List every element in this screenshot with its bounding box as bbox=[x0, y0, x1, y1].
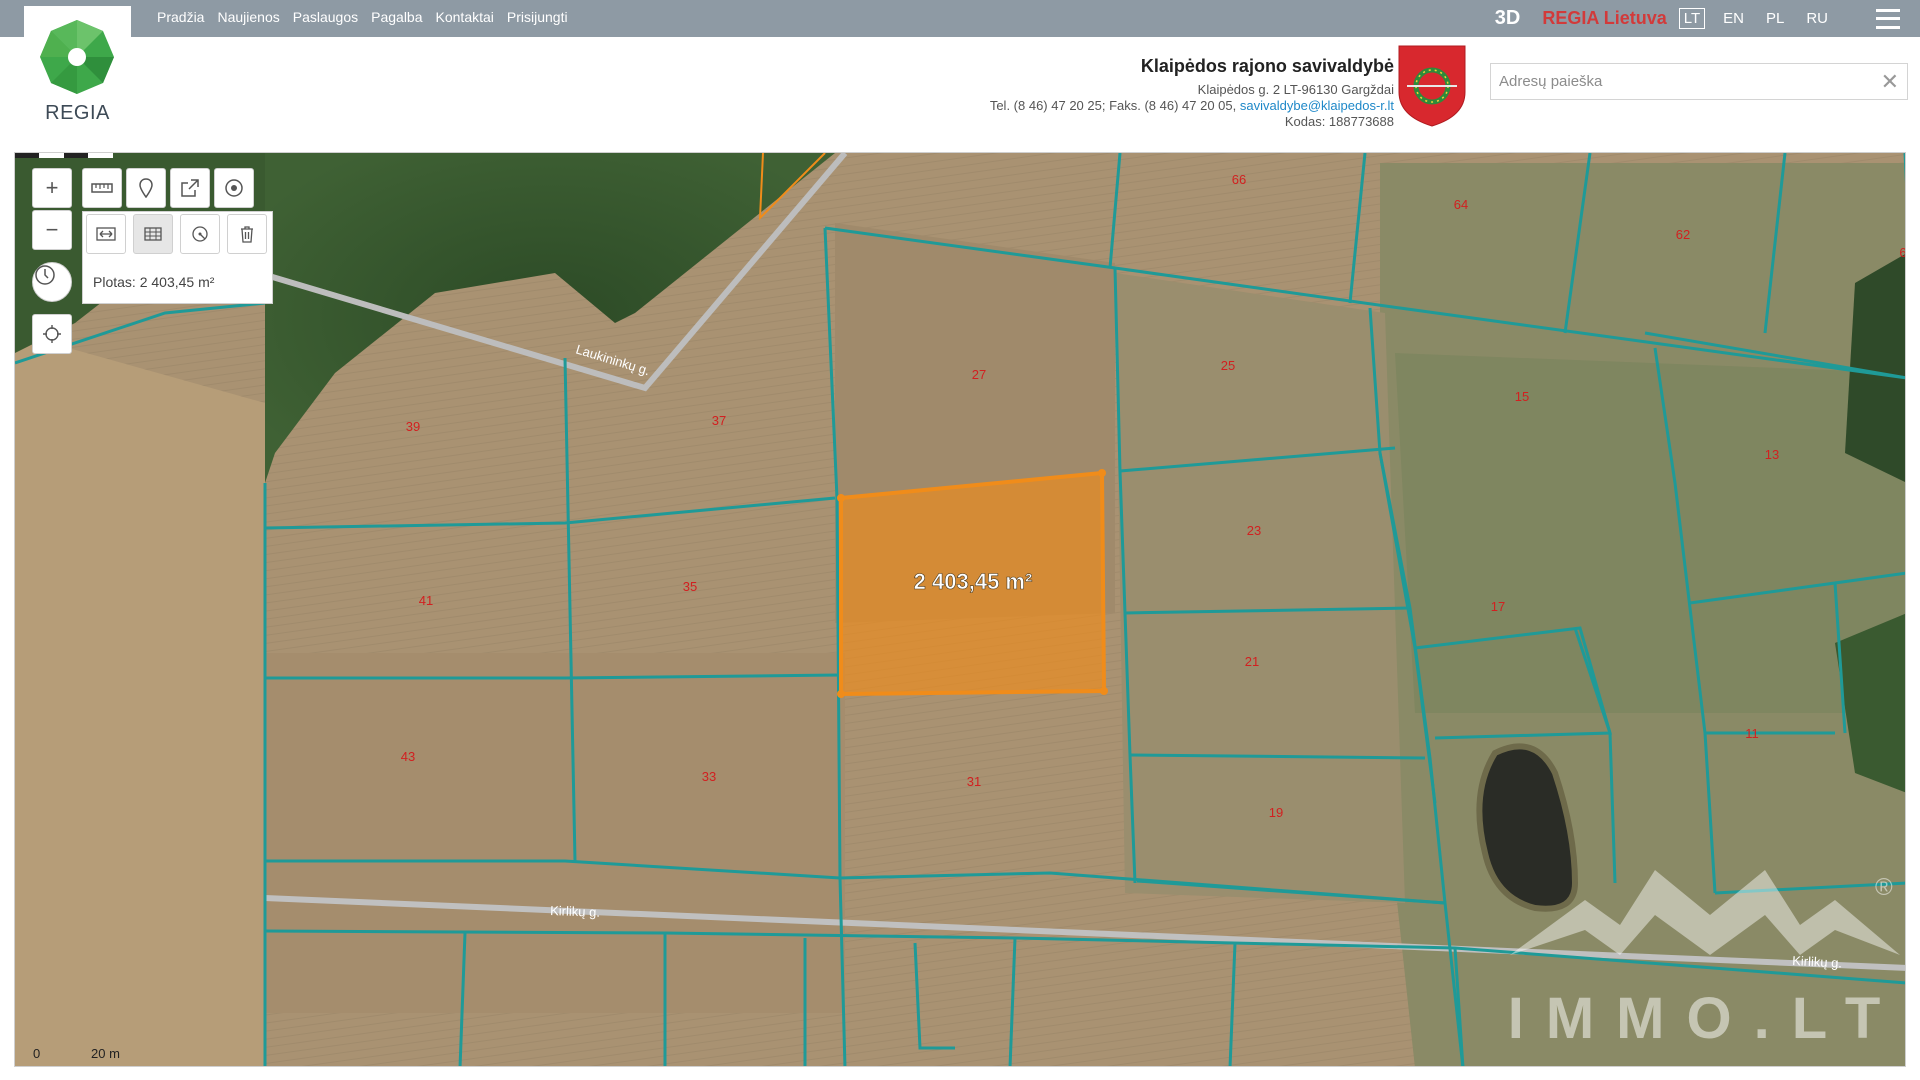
area-label: 2 403,45 m² bbox=[914, 569, 1033, 594]
trash-icon bbox=[241, 226, 253, 243]
share-icon bbox=[181, 179, 199, 197]
crosshair-icon bbox=[43, 325, 61, 343]
lang-pl[interactable]: PL bbox=[1762, 9, 1788, 28]
parcel-number: 64 bbox=[1454, 197, 1468, 212]
municipality-title: Klaipėdos rajono savivaldybė bbox=[1140, 56, 1394, 76]
parcel-number: 66 bbox=[1232, 172, 1246, 187]
regia-lietuva-link[interactable]: REGIA Lietuva bbox=[1542, 8, 1666, 29]
address-search: ✕ bbox=[1490, 63, 1908, 100]
nav-pagalba[interactable]: Pagalba bbox=[371, 9, 422, 25]
parcel-number: 15 bbox=[1515, 389, 1529, 404]
parcel-number: 31 bbox=[967, 774, 981, 789]
zoom-in-button[interactable]: + bbox=[32, 168, 72, 208]
street-label-kirliku-2: Kirlikų g. bbox=[1792, 953, 1843, 971]
parcel-number: 13 bbox=[1765, 447, 1779, 462]
clock-icon bbox=[35, 265, 55, 285]
3d-button[interactable]: 3D bbox=[1495, 7, 1521, 30]
parcel-number: 21 bbox=[1245, 654, 1259, 669]
measure-length-button[interactable] bbox=[82, 168, 122, 208]
scale-label-distance: 20 m bbox=[91, 1046, 120, 1061]
area-readout: Plotas: 2 403,45 m² bbox=[93, 274, 215, 290]
hamburger-menu-icon[interactable] bbox=[1876, 8, 1900, 29]
municipality-info: Klaipėdos rajono savivaldybė Klaipėdos g… bbox=[990, 56, 1394, 130]
parcel-number: 25 bbox=[1221, 358, 1235, 373]
nav-paslaugos[interactable]: Paslaugos bbox=[293, 9, 358, 25]
parcel-number: 6 bbox=[1899, 245, 1906, 260]
map-canvas[interactable]: 2 403,45 m² Laukininkų g. Kirlikų g. Kir… bbox=[15, 153, 1906, 1067]
nav-naujienos[interactable]: Naujienos bbox=[217, 9, 279, 25]
parcel-number: 37 bbox=[712, 413, 726, 428]
map-pin-icon bbox=[139, 178, 153, 198]
parcel-number: 35 bbox=[683, 579, 697, 594]
parcel-number: 62 bbox=[1676, 227, 1690, 242]
nav-prisijungti[interactable]: Prisijungti bbox=[507, 9, 568, 25]
scale-bar bbox=[15, 153, 113, 158]
measure-distance-button[interactable] bbox=[86, 214, 126, 254]
municipality-address: Klaipėdos g. 2 LT-96130 Gargždai bbox=[1197, 82, 1394, 97]
zoom-out-button[interactable]: − bbox=[32, 210, 72, 250]
place-marker-button[interactable] bbox=[126, 168, 166, 208]
regia-logo[interactable]: REGIA bbox=[24, 6, 131, 130]
scale-label-zero: 0 bbox=[33, 1046, 41, 1061]
coat-of-arms-icon bbox=[1398, 45, 1466, 127]
ruler-icon bbox=[91, 183, 113, 193]
nav-pradzia[interactable]: Pradžia bbox=[157, 9, 204, 25]
street-label-kirliku: Kirlikų g. bbox=[550, 903, 600, 920]
measure-area-button[interactable] bbox=[133, 214, 173, 254]
parcel-number: 33 bbox=[702, 769, 716, 784]
distance-icon bbox=[96, 227, 116, 241]
municipality-code: Kodas: 188773688 bbox=[1284, 114, 1394, 129]
radius-icon bbox=[192, 226, 208, 242]
history-button[interactable] bbox=[32, 262, 72, 302]
delete-measure-button[interactable] bbox=[227, 214, 267, 254]
municipality-phone: Tel. (8 46) 47 20 25; Faks. (8 46) 47 20… bbox=[989, 98, 1237, 113]
parcel-number: 27 bbox=[972, 367, 986, 382]
lang-ru[interactable]: RU bbox=[1802, 9, 1832, 28]
nav-kontaktai[interactable]: Kontaktai bbox=[436, 9, 494, 25]
top-bar: Pradžia Naujienos Paslaugos Pagalba Kont… bbox=[0, 0, 1920, 37]
my-location-button[interactable] bbox=[32, 314, 72, 354]
parcel-number: 41 bbox=[419, 593, 433, 608]
municipality-email-link[interactable]: savivaldybe@klaipedos-r.lt bbox=[1240, 98, 1394, 113]
parcel-number: 43 bbox=[401, 749, 415, 764]
logo-text: REGIA bbox=[45, 102, 110, 124]
share-button[interactable] bbox=[170, 168, 210, 208]
municipality-contact: Tel. (8 46) 47 20 25; Faks. (8 46) 47 20… bbox=[990, 98, 1394, 114]
measure-circle-button[interactable] bbox=[180, 214, 220, 254]
parcel-number: 23 bbox=[1247, 523, 1261, 538]
parcel-number: 39 bbox=[406, 419, 420, 434]
measure-panel: Plotas: 2 403,45 m² bbox=[82, 211, 273, 304]
regia-logo-icon bbox=[40, 20, 114, 94]
target-icon bbox=[225, 179, 243, 197]
map-viewport[interactable]: 2 403,45 m² Laukininkų g. Kirlikų g. Kir… bbox=[14, 152, 1906, 1067]
parcel-number: 19 bbox=[1269, 805, 1283, 820]
clear-search-icon[interactable]: ✕ bbox=[1881, 69, 1899, 95]
lang-en[interactable]: EN bbox=[1719, 9, 1748, 28]
lang-lt[interactable]: LT bbox=[1678, 8, 1706, 29]
parcel-number: 17 bbox=[1491, 599, 1505, 614]
parcel-number: 11 bbox=[1745, 726, 1759, 741]
top-right-controls: 3D REGIA Lietuva LT EN PL RU bbox=[1495, 0, 1920, 37]
locate-point-button[interactable] bbox=[214, 168, 254, 208]
area-icon bbox=[144, 227, 162, 241]
main-nav: Pradžia Naujienos Paslaugos Pagalba Kont… bbox=[157, 9, 568, 25]
address-search-input[interactable] bbox=[1491, 64, 1871, 99]
